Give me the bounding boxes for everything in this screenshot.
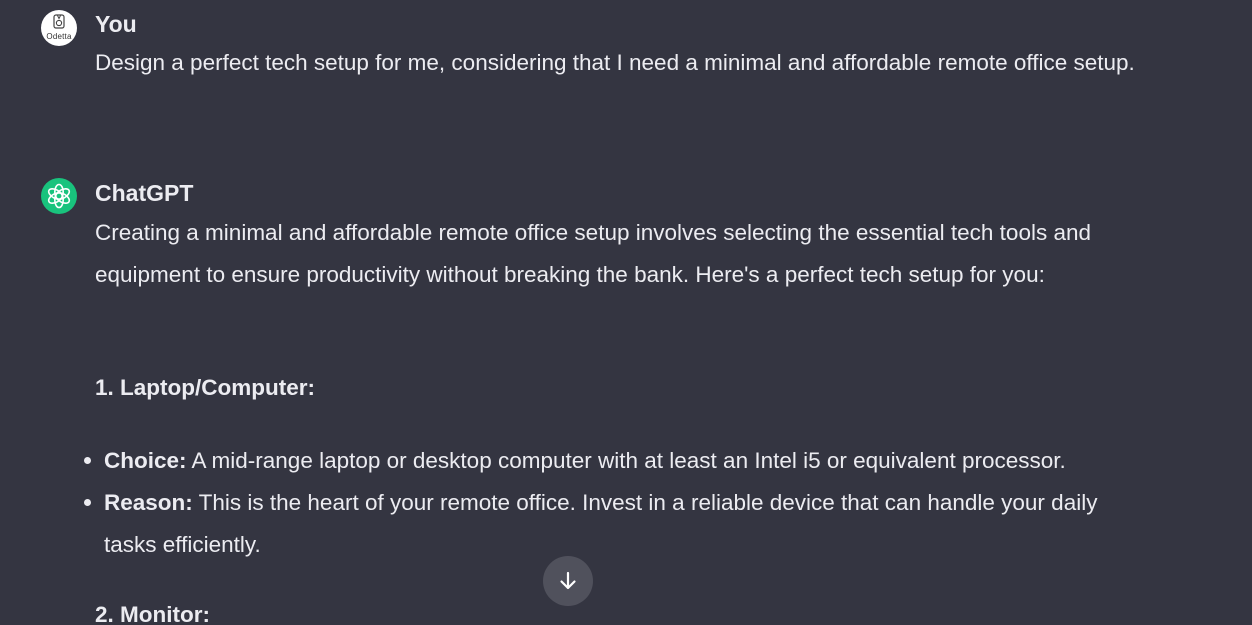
assistant-intro-text: Creating a minimal and affordable remote… — [95, 220, 1091, 287]
chat-page: Odetta You Design a perfect tech setup f… — [0, 0, 1252, 625]
avatar-logo-text: Odetta — [46, 32, 72, 41]
section-heading-laptop: 1. Laptop/Computer: — [95, 375, 315, 400]
bullet-text: This is the heart of your remote office.… — [104, 490, 1098, 557]
list-item-reason: Reason: This is the heart of your remote… — [84, 482, 1154, 566]
user-author-name: You — [95, 11, 137, 37]
section-heading-monitor: 2. Monitor: — [95, 602, 210, 625]
user-message-text: Design a perfect tech setup for me, cons… — [95, 50, 1135, 75]
openai-logo-icon — [47, 183, 71, 209]
user-avatar: Odetta — [41, 10, 77, 46]
bullet-label: Choice: — [104, 448, 187, 473]
arrow-down-icon — [560, 571, 576, 590]
scroll-to-bottom-button[interactable] — [543, 556, 593, 606]
bullet-text: A mid-range laptop or desktop computer w… — [186, 448, 1066, 473]
assistant-author-name: ChatGPT — [95, 180, 194, 206]
list-item-choice: Choice: A mid-range laptop or desktop co… — [84, 440, 1154, 482]
assistant-avatar — [41, 178, 77, 214]
bullet-label: Reason: — [104, 490, 193, 515]
